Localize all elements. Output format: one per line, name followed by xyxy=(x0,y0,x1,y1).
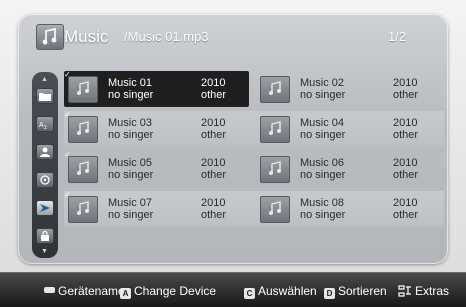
music-note-icon xyxy=(68,76,98,103)
track-title: Music 08 xyxy=(300,197,345,209)
remote-key-guide: Gerätename A Change Device C Auswählen D So… xyxy=(0,272,466,307)
track-title: Music 04 xyxy=(300,117,345,129)
music-folder-icon xyxy=(36,24,64,50)
track-genre: other xyxy=(201,89,227,101)
track-genre: other xyxy=(201,209,227,221)
track-genre: other xyxy=(201,169,227,181)
lock-icon[interactable] xyxy=(36,228,54,244)
tools-icon xyxy=(398,285,412,297)
track-artist: no singer xyxy=(300,129,346,141)
track-year: 2010 xyxy=(201,77,226,89)
checkmark-icon: ✓ xyxy=(64,110,71,119)
track-artist: no singer xyxy=(300,89,346,101)
track-title: Music 03 xyxy=(108,117,153,129)
track-artist: no singer xyxy=(300,209,346,221)
folder-icon[interactable] xyxy=(36,88,54,104)
track-year: 2010 xyxy=(393,157,418,169)
select-hint[interactable]: C Auswählen xyxy=(244,283,317,299)
track-artist: no singer xyxy=(108,169,154,181)
music-note-icon xyxy=(260,116,290,143)
track-genre: other xyxy=(393,89,419,101)
track-genre: other xyxy=(393,169,419,181)
track-year: 2010 xyxy=(393,117,418,129)
music-note-icon xyxy=(68,196,98,223)
track-item[interactable]: ✓ Music 07 no singer 2010 other xyxy=(64,190,249,227)
genre-icon[interactable] xyxy=(36,172,54,188)
header: Music /Music 01.mp3 1/2 xyxy=(18,14,448,58)
sort-label: Sortieren xyxy=(338,284,387,298)
track-item[interactable]: Music 02 no singer 2010 other xyxy=(256,71,441,107)
track-artist: no singer xyxy=(300,169,346,181)
track-item[interactable]: ✓ Music 05 no singer 2010 other xyxy=(64,150,249,187)
extras-label: Extras xyxy=(415,284,450,298)
track-title: Music 02 xyxy=(300,77,345,89)
track-item[interactable]: ✓ Music 03 no singer 2010 other xyxy=(64,110,249,147)
track-genre: other xyxy=(393,129,419,141)
checkmark-icon: ✓ xyxy=(64,70,71,79)
track-item[interactable]: Music 06 no singer 2010 other xyxy=(256,151,441,187)
track-year: 2010 xyxy=(201,117,226,129)
category-sidebar: ▲ Az ▼ xyxy=(32,72,58,258)
red-key-icon xyxy=(44,287,55,293)
track-year: 2010 xyxy=(201,157,226,169)
track-year: 2010 xyxy=(201,197,226,209)
track-item[interactable]: Music 04 no singer 2010 other xyxy=(256,111,441,147)
app-title: Music xyxy=(64,27,109,46)
music-browser-panel: Music /Music 01.mp3 1/2 ▲ Az ▼ ✓ Music 0… xyxy=(18,14,448,264)
track-title: Music 05 xyxy=(108,157,153,169)
current-path: /Music 01.mp3 xyxy=(124,29,209,44)
d-key-icon: D xyxy=(324,288,335,299)
svg-text:z: z xyxy=(44,125,47,129)
track-genre: other xyxy=(201,129,227,141)
track-artist: no singer xyxy=(108,89,154,101)
scroll-down-icon[interactable]: ▼ xyxy=(41,248,48,256)
track-item[interactable]: ✓ Music 01 no singer 2010 other xyxy=(64,70,249,107)
scroll-up-icon[interactable]: ▲ xyxy=(41,76,48,84)
music-note-icon xyxy=(260,76,290,103)
mood-icon[interactable] xyxy=(36,200,54,216)
change-device-hint[interactable]: A Change Device xyxy=(120,283,216,299)
page-indicator: 1/2 xyxy=(388,29,407,44)
track-year: 2010 xyxy=(393,77,418,89)
music-note-icon xyxy=(260,156,290,183)
sort-hint[interactable]: D Sortieren xyxy=(324,283,387,299)
checkmark-icon: ✓ xyxy=(64,150,71,159)
music-note-icon xyxy=(68,156,98,183)
extras-hint[interactable]: Extras xyxy=(398,283,449,299)
checkmark-icon: ✓ xyxy=(64,190,71,199)
device-name-label: Gerätename xyxy=(58,284,125,298)
track-artist: no singer xyxy=(108,209,154,221)
track-year: 2010 xyxy=(393,197,418,209)
change-device-label: Change Device xyxy=(134,284,217,298)
track-genre: other xyxy=(393,209,419,221)
track-item[interactable]: Music 08 no singer 2010 other xyxy=(256,191,441,227)
track-artist: no singer xyxy=(108,129,154,141)
track-title: Music 06 xyxy=(300,157,345,169)
music-note-icon xyxy=(260,196,290,223)
a-key-icon: A xyxy=(120,288,131,299)
c-key-icon: C xyxy=(244,288,255,299)
music-note-icon xyxy=(68,116,98,143)
select-label: Auswählen xyxy=(258,284,317,298)
track-title: Music 01 xyxy=(108,77,153,89)
screen: Music /Music 01.mp3 1/2 ▲ Az ▼ ✓ Music 0… xyxy=(0,0,466,307)
track-title: Music 07 xyxy=(108,197,153,209)
person-icon[interactable] xyxy=(36,144,54,160)
sort-az-icon[interactable]: Az xyxy=(36,116,54,132)
device-name-hint[interactable]: Gerätename xyxy=(44,283,125,299)
